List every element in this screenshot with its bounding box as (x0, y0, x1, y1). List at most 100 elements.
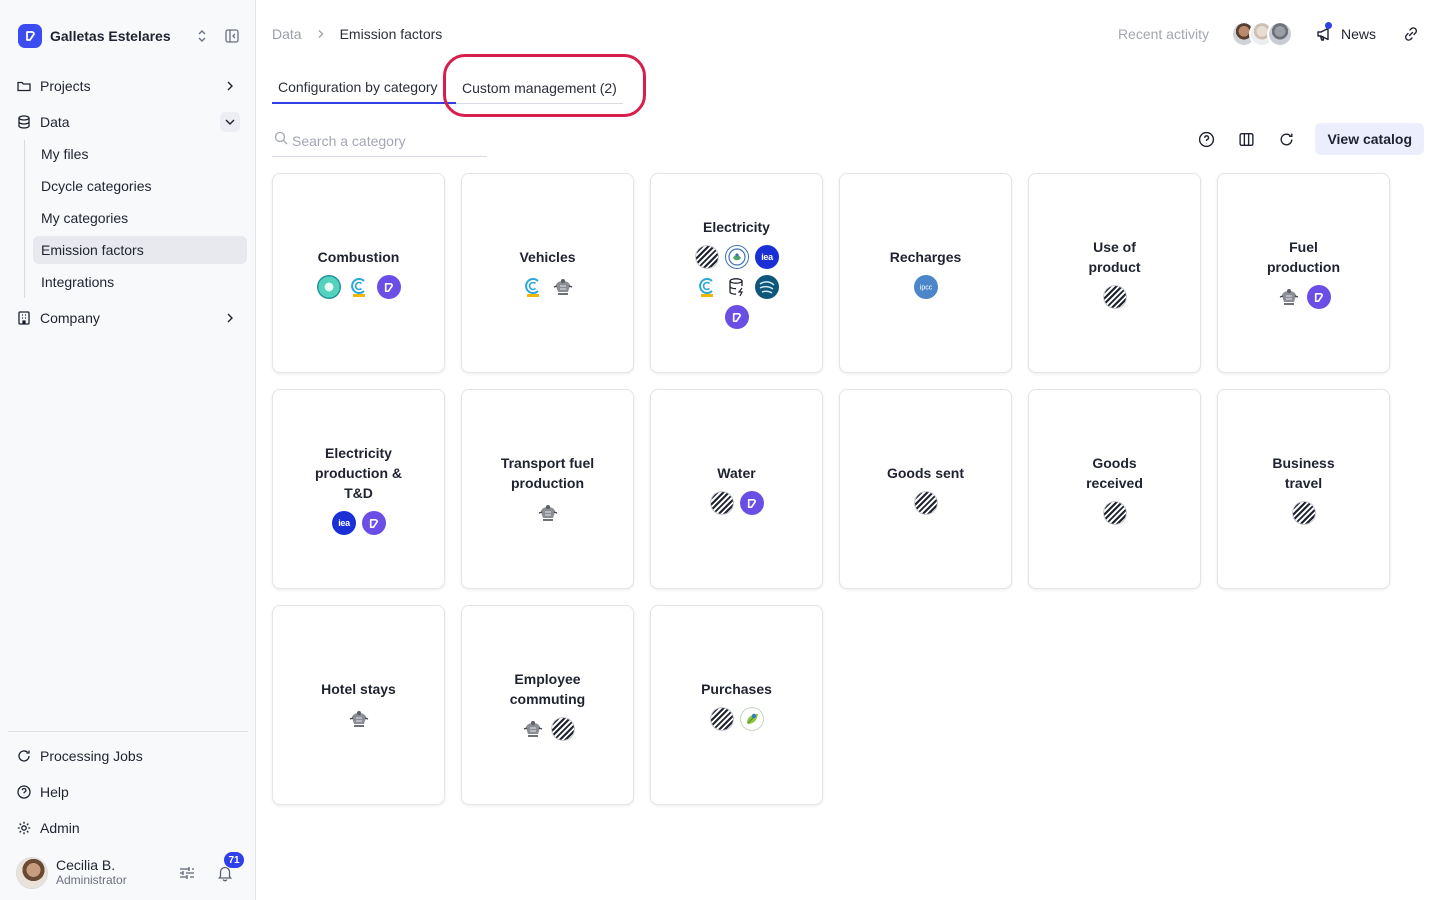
category-card-electricity[interactable]: Electricity iea (650, 173, 823, 373)
source-icons (311, 707, 407, 731)
sidebar-item-projects[interactable]: Projects (8, 72, 248, 100)
sidebar-item-my-categories[interactable]: My categories (33, 204, 247, 232)
wave-logo-icon (754, 275, 779, 299)
dcycle-logo-icon (724, 305, 749, 329)
category-card-goods-sent[interactable]: Goods sent (839, 389, 1012, 589)
category-card-use-of-product[interactable]: Use of product (1028, 173, 1201, 373)
striped-source-logo-icon (709, 707, 734, 731)
notifications-button[interactable]: 71 (216, 852, 244, 882)
refresh-icon[interactable] (1277, 130, 1295, 148)
collaborator-avatars[interactable] (1230, 21, 1293, 47)
category-card-goods-received[interactable]: Goods received (1028, 389, 1201, 589)
sidebar-item-integrations[interactable]: Integrations (33, 268, 247, 296)
striped-source-logo-icon (694, 245, 719, 269)
tab-custom-management[interactable]: Custom management (2) (456, 72, 623, 104)
category-card-combustion[interactable]: Combustion (272, 173, 445, 373)
cnmc-logo-icon (520, 275, 545, 299)
striped-source-logo-icon (913, 491, 938, 515)
crest-logo-icon (535, 501, 560, 525)
tab-configuration-by-category[interactable]: Configuration by category (272, 72, 456, 104)
breadcrumb-data[interactable]: Data (272, 26, 302, 42)
striped-source-logo-icon (1102, 285, 1127, 309)
org-switcher[interactable]: Galletas Estelares (18, 24, 240, 48)
category-card-electricity-production[interactable]: Electricity production & T&D iea (272, 389, 445, 589)
news-button[interactable]: News (1315, 22, 1376, 43)
striped-source-logo-icon (709, 491, 734, 515)
org-name: Galletas Estelares (50, 28, 171, 44)
category-title: Use of product (1088, 239, 1141, 275)
iea-logo-icon: iea (331, 511, 356, 535)
help-circle-icon[interactable] (1197, 130, 1215, 148)
category-title: Recharges (889, 249, 962, 265)
sidebar-item-label: Help (40, 784, 69, 800)
chevron-right-icon[interactable] (220, 76, 240, 96)
category-card-business-travel[interactable]: Business travel (1217, 389, 1390, 589)
avatar (1266, 21, 1293, 47)
tab-bar: Configuration by category Custom managem… (272, 72, 623, 104)
columns-icon[interactable] (1237, 130, 1255, 148)
news-label: News (1340, 26, 1376, 42)
svg-text:iea: iea (761, 252, 774, 262)
source-icons (500, 275, 596, 299)
search-input[interactable] (292, 133, 472, 149)
recent-activity-link[interactable]: Recent activity (1118, 26, 1209, 42)
sidebar-item-label: Data (40, 114, 70, 130)
source-icons (689, 707, 785, 731)
category-card-fuel-production[interactable]: Fuel production (1217, 173, 1390, 373)
crest-logo-icon (550, 275, 575, 299)
chevron-up-down-icon[interactable] (194, 28, 210, 44)
chevron-down-icon[interactable] (220, 112, 240, 132)
source-icons (1067, 501, 1163, 525)
source-icons (1256, 501, 1352, 525)
header-actions: Recent activity News (1118, 20, 1420, 48)
sidebar-item-my-files[interactable]: My files (33, 140, 247, 168)
news-indicator (1324, 22, 1332, 29)
category-grid: Combustion Vehicles Electricity iea Rech… (272, 173, 1390, 805)
breadcrumb-current: Emission factors (339, 26, 443, 42)
breadcrumb: Data Emission factors (272, 26, 442, 42)
sidebar-item-company[interactable]: Company (8, 304, 248, 332)
source-icons (689, 491, 785, 515)
sidebar-item-processing-jobs[interactable]: Processing Jobs (8, 742, 248, 770)
sidebar-item-emission-factors[interactable]: Emission factors (33, 236, 247, 264)
sidebar-item-help[interactable]: Help (8, 778, 248, 806)
category-card-employee-commuting[interactable]: Employee commuting (461, 605, 634, 805)
category-card-vehicles[interactable]: Vehicles (461, 173, 634, 373)
crest-logo-icon (520, 717, 545, 741)
category-card-recharges[interactable]: Recharges ipcc (839, 173, 1012, 373)
link-icon[interactable] (1402, 25, 1420, 43)
striped-source-logo-icon (550, 717, 575, 741)
help-circle-icon (16, 784, 32, 800)
cnmc-logo-icon (346, 275, 371, 299)
gear-icon (16, 820, 32, 836)
category-title: Vehicles (519, 249, 576, 265)
category-card-transport-fuel-production[interactable]: Transport fuel production (461, 389, 634, 589)
submenu-guide (24, 140, 25, 298)
user-profile[interactable]: Cecilia B. Administrator 71 (16, 852, 246, 890)
user-name: Cecilia B. (56, 857, 116, 873)
view-catalog-button[interactable]: View catalog (1315, 123, 1424, 155)
chevron-right-icon (316, 29, 326, 39)
source-icons (311, 275, 407, 299)
sidebar-collapse-icon[interactable] (224, 28, 240, 44)
category-title: Business travel (1272, 455, 1335, 491)
sliders-icon[interactable] (178, 864, 196, 882)
sidebar-item-admin[interactable]: Admin (8, 814, 248, 842)
category-title: Combustion (317, 249, 400, 265)
dcycle-logo-icon (739, 491, 764, 515)
crest-logo-icon (1276, 285, 1301, 309)
category-card-purchases[interactable]: Purchases (650, 605, 823, 805)
dcycle-logo-icon (376, 275, 401, 299)
category-title: Goods received (1086, 455, 1143, 491)
source-icons (500, 501, 596, 525)
sidebar-item-dcycle-categories[interactable]: Dcycle categories (33, 172, 247, 200)
avatar (16, 857, 48, 889)
category-card-hotel-stays[interactable]: Hotel stays (272, 605, 445, 805)
sidebar-item-label: Projects (40, 78, 91, 94)
sidebar-item-data[interactable]: Data (8, 108, 248, 136)
leaf-logo-icon (739, 707, 764, 731)
category-card-water[interactable]: Water (650, 389, 823, 589)
category-title: Goods sent (886, 465, 964, 481)
sidebar-divider (8, 731, 248, 732)
chevron-right-icon[interactable] (220, 308, 240, 328)
